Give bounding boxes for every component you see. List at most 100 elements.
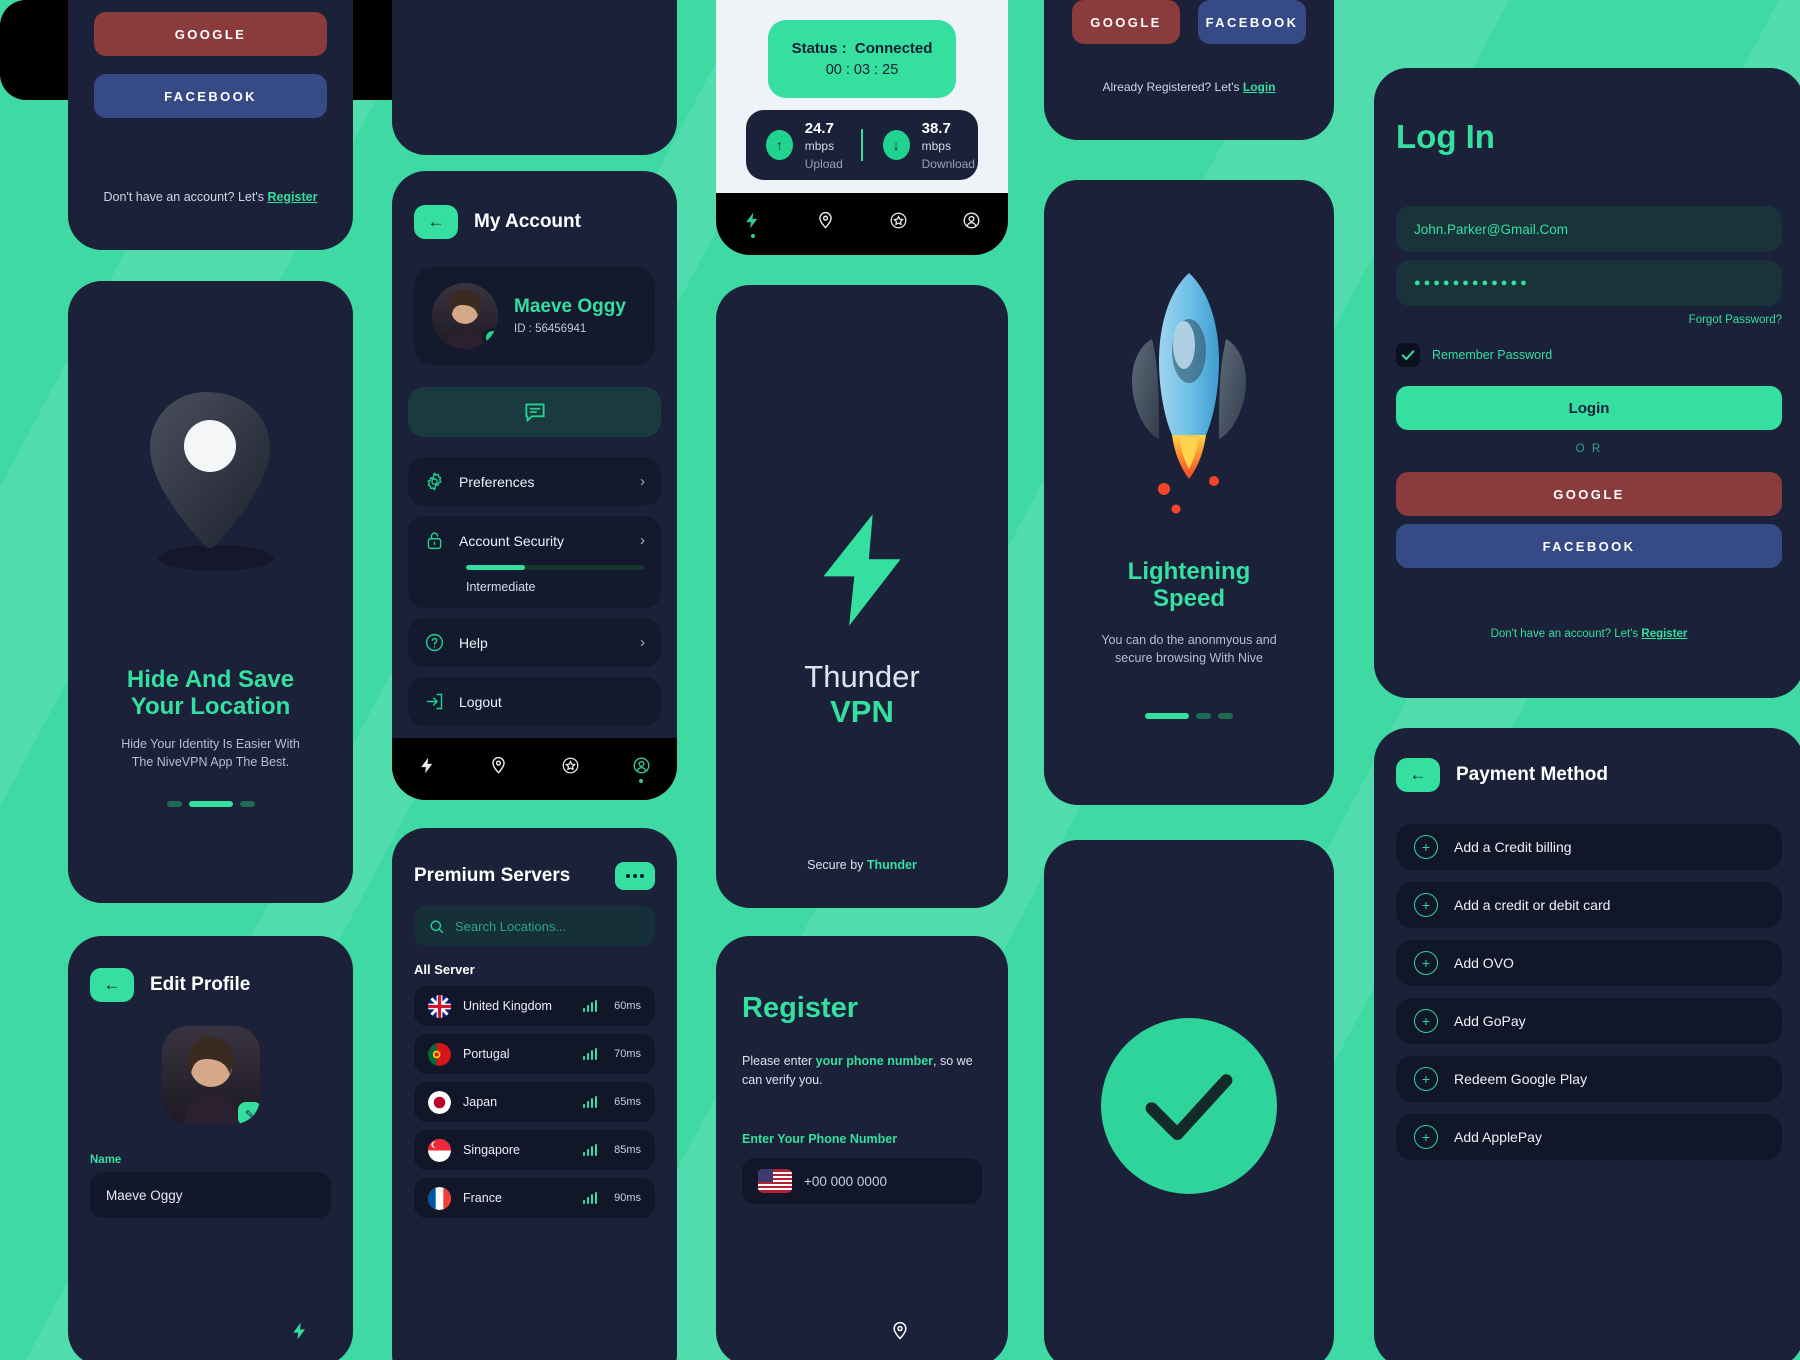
server-name: France xyxy=(463,1191,502,1205)
star-circle-icon xyxy=(890,212,907,228)
tab-location[interactable] xyxy=(890,1321,910,1346)
pager-dot[interactable] xyxy=(1196,713,1211,719)
facebook-button[interactable]: FACEBOOK xyxy=(1198,0,1306,44)
pager-dots[interactable] xyxy=(1044,713,1334,719)
pager-dots[interactable] xyxy=(68,801,353,807)
menu-item-logout[interactable]: Logout xyxy=(408,677,661,726)
search-input[interactable]: Search Locations... xyxy=(414,906,655,946)
list-item[interactable]: France 90ms xyxy=(414,1178,655,1218)
login-link[interactable]: Login xyxy=(1243,80,1276,94)
speed-card: ↑ 24.7 mbps Upload ↓ 38.7 mbps Download xyxy=(746,110,978,180)
list-item[interactable]: + Add a credit or debit card xyxy=(1396,882,1782,928)
pager-dot-active[interactable] xyxy=(188,801,233,807)
facebook-button[interactable]: FACEBOOK xyxy=(94,74,327,118)
arrow-left-icon[interactable]: ← xyxy=(1396,758,1440,792)
list-item[interactable]: Singapore 85ms xyxy=(414,1130,655,1170)
server-latency: 85ms xyxy=(614,1144,641,1156)
payment-method-label: Add a credit or debit card xyxy=(1454,897,1611,913)
phone-input[interactable]: +00 000 0000 xyxy=(742,1158,982,1204)
chat-button[interactable] xyxy=(408,387,661,437)
pager-dot[interactable] xyxy=(166,801,182,807)
remember-password-row[interactable]: Remember Password xyxy=(1396,343,1552,367)
tab-account[interactable] xyxy=(962,211,981,238)
ellipsis-icon[interactable] xyxy=(615,862,655,890)
email-field[interactable]: John.Parker@Gmail.Com xyxy=(1396,206,1782,252)
list-item[interactable]: Portugal 70ms xyxy=(414,1034,655,1074)
arrow-left-icon[interactable]: ← xyxy=(90,968,134,1002)
login-button[interactable]: Login xyxy=(1396,386,1782,430)
upload-speed: ↑ 24.7 mbps Upload xyxy=(746,120,861,171)
avatar[interactable] xyxy=(432,283,498,349)
premium-servers-panel: Premium Servers Search Locations... All … xyxy=(392,828,677,1360)
location-pin-icon xyxy=(819,211,832,229)
list-item[interactable]: + Add GoPay xyxy=(1396,998,1782,1044)
list-item[interactable]: + Add a Credit billing xyxy=(1396,824,1782,870)
pager-dot[interactable] xyxy=(239,801,255,807)
arrow-left-icon[interactable]: ← xyxy=(414,205,458,239)
star-circle-icon xyxy=(562,757,579,773)
rocket-icon xyxy=(1114,265,1264,530)
page-subtitle: Hide Your Identity Is Easier With The Ni… xyxy=(121,737,300,769)
account-card: Maeve Oggy ID : 56456941 xyxy=(414,267,655,365)
register-social-panel: GOOGLE FACEBOOK Already Registered? Let'… xyxy=(1044,0,1334,140)
onboarding-speed-panel: Lightening Speed You can do the anonmyou… xyxy=(1044,180,1334,805)
lock-icon xyxy=(424,530,445,551)
avatar[interactable]: ✎ xyxy=(161,1026,260,1124)
tab-account[interactable] xyxy=(632,756,651,783)
list-item[interactable]: + Add OVO xyxy=(1396,940,1782,986)
menu-item-label: Logout xyxy=(459,693,502,710)
name-field[interactable]: Maeve Oggy xyxy=(90,1172,331,1218)
google-button[interactable]: GOOGLE xyxy=(94,12,327,56)
plus-circle-icon: + xyxy=(1414,1125,1438,1149)
tab-location[interactable] xyxy=(489,756,508,783)
menu-item-label: Help xyxy=(459,634,488,651)
tab-bolt[interactable] xyxy=(290,1321,310,1346)
server-latency: 90ms xyxy=(614,1192,641,1204)
facebook-button[interactable]: FACEBOOK xyxy=(1396,524,1782,568)
download-value: 38.7 xyxy=(921,119,951,137)
chat-bubble-icon xyxy=(524,403,545,422)
google-button[interactable]: GOOGLE xyxy=(1396,472,1782,516)
payment-method-panel: ← Payment Method + Add a Credit billing +… xyxy=(1374,728,1800,1360)
menu-item-help[interactable]: Help › xyxy=(408,618,661,667)
signal-icon xyxy=(582,1048,597,1060)
remember-password-label: Remember Password xyxy=(1432,348,1553,362)
tab-bolt[interactable] xyxy=(743,211,762,238)
register-link[interactable]: Register xyxy=(1641,628,1687,640)
list-item[interactable]: Japan 65ms xyxy=(414,1082,655,1122)
brand-name: Thunder xyxy=(866,858,917,872)
signal-icon xyxy=(582,1192,597,1204)
question-circle-icon xyxy=(424,632,445,653)
arrow-up-icon: ↑ xyxy=(766,130,793,160)
tab-bolt[interactable] xyxy=(418,756,437,783)
tab-favorites[interactable] xyxy=(889,211,908,238)
server-latency: 60ms xyxy=(614,1000,641,1012)
forgot-password-link[interactable]: Forgot Password? xyxy=(1689,314,1782,326)
page-title: Payment Method xyxy=(1456,764,1609,785)
checkmark-icon[interactable] xyxy=(1396,343,1420,367)
download-speed: ↓ 38.7 mbps Download xyxy=(863,120,978,171)
server-name: United Kingdom xyxy=(463,999,552,1013)
tab-favorites[interactable] xyxy=(561,756,580,783)
menu-item-account-security[interactable]: Account Security › Intermediate xyxy=(408,516,661,608)
login-hint: Already Registered? Let's Login xyxy=(1102,80,1276,94)
menu-item-preferences[interactable]: Preferences › xyxy=(408,457,661,506)
logout-icon xyxy=(424,691,445,712)
bolt-icon xyxy=(421,757,433,773)
status-badge: Status : Connected 00 : 03 : 25 xyxy=(768,20,956,98)
onboarding-location-panel: Hide And Save Your Location Hide Your Id… xyxy=(68,281,353,903)
tab-location[interactable] xyxy=(816,211,835,238)
password-field[interactable]: ●●●●●●●●●●●● xyxy=(1396,260,1782,306)
list-item[interactable]: + Redeem Google Play xyxy=(1396,1056,1782,1102)
register-link[interactable]: Register xyxy=(267,190,317,204)
page-title: Hide And Save Your Location xyxy=(126,666,295,721)
list-item[interactable]: United Kingdom 60ms xyxy=(414,986,655,1026)
pencil-icon[interactable]: ✎ xyxy=(237,1102,260,1124)
upload-value: 24.7 xyxy=(804,119,834,137)
pager-dot-active[interactable] xyxy=(1145,713,1189,719)
chevron-right-icon: › xyxy=(640,473,645,490)
google-button[interactable]: GOOGLE xyxy=(1072,0,1180,44)
list-item[interactable]: + Add ApplePay xyxy=(1396,1114,1782,1160)
register-hint: Don't have an account? Let's Register xyxy=(103,190,318,204)
pager-dot[interactable] xyxy=(1218,713,1233,719)
